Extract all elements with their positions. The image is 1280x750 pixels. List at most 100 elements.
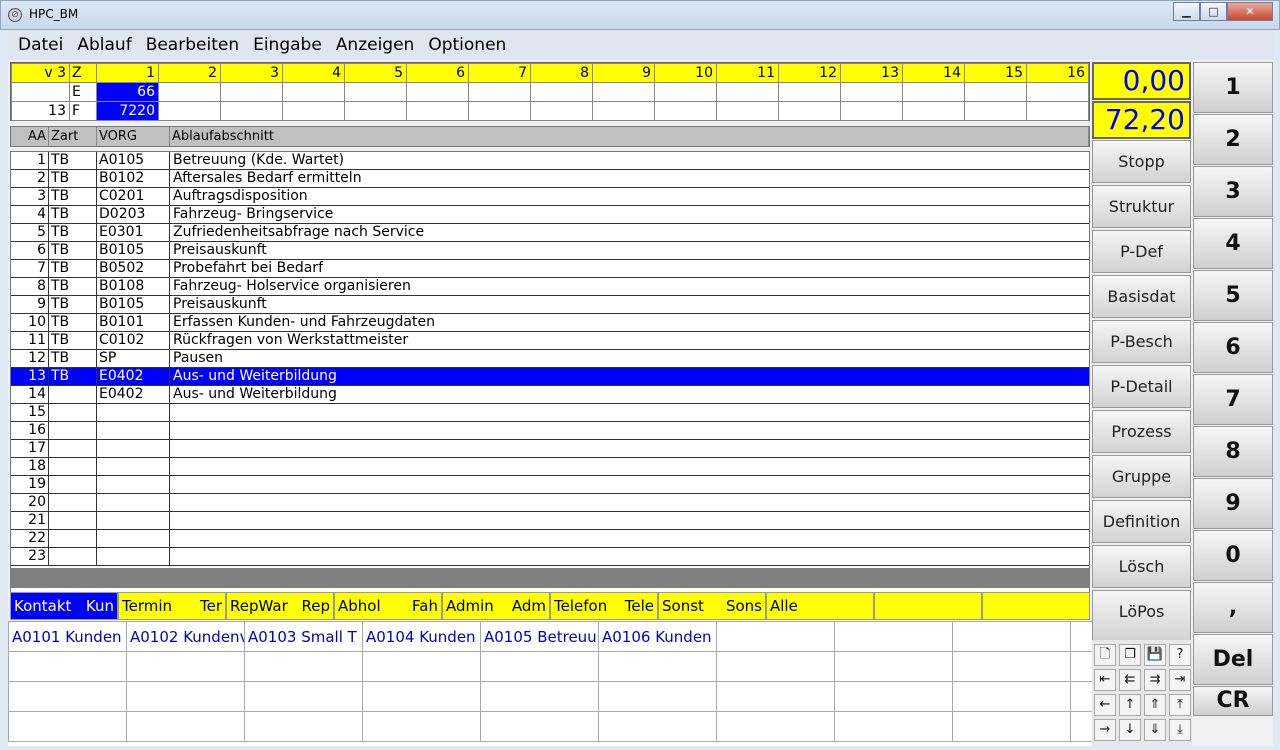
up-fast-icon[interactable]: ⇑ bbox=[1144, 694, 1166, 716]
grid-cell[interactable] bbox=[220, 101, 283, 121]
grid-cell[interactable] bbox=[840, 101, 903, 121]
grid-cell[interactable] bbox=[530, 82, 593, 102]
empty-item-cell[interactable] bbox=[126, 651, 245, 682]
grid-cell[interactable] bbox=[840, 82, 903, 102]
list-row[interactable]: 16 bbox=[11, 422, 1089, 440]
category-tab[interactable]: Sonst Sons bbox=[658, 592, 766, 620]
list-row[interactable]: 23 bbox=[11, 548, 1089, 566]
list-row[interactable]: 5 TB E0301 Zufriedenheitsabfrage nach Servi… bbox=[11, 224, 1089, 242]
column-header-ablaufabschnitt[interactable]: Ablaufabschnitt bbox=[170, 127, 1089, 146]
next-fast-icon[interactable]: ⇉ bbox=[1144, 669, 1166, 691]
key-9[interactable]: 9 bbox=[1193, 478, 1273, 529]
key-0[interactable]: 0 bbox=[1193, 530, 1273, 581]
grid-cell[interactable] bbox=[654, 101, 717, 121]
list-row[interactable]: 10 TB B0101 Erfassen Kunden- und Fahrzeugda… bbox=[11, 314, 1089, 332]
empty-item-cell[interactable] bbox=[952, 681, 1071, 712]
grid-cell[interactable] bbox=[468, 101, 531, 121]
list-row[interactable]: 1 TB A0105 Betreuung (Kde. Wartet) bbox=[11, 152, 1089, 170]
grid-cell[interactable] bbox=[964, 82, 1027, 102]
empty-item-cell[interactable] bbox=[8, 711, 127, 742]
key-7[interactable]: 7 bbox=[1193, 374, 1273, 425]
list-row[interactable]: 20 bbox=[11, 494, 1089, 512]
copy-icon[interactable]: ❐ bbox=[1119, 644, 1141, 666]
func-button-pdetail[interactable]: P-Detail bbox=[1092, 365, 1191, 408]
category-tab[interactable]: Telefon Tele bbox=[550, 592, 658, 620]
category-tab[interactable]: Admin Adm bbox=[442, 592, 550, 620]
grid-cell[interactable] bbox=[158, 82, 221, 102]
grid-cell[interactable] bbox=[344, 101, 407, 121]
key-cr[interactable]: CR bbox=[1193, 686, 1273, 716]
minimize-button[interactable]: ▁ bbox=[1173, 2, 1200, 21]
list-row[interactable]: 6 TB B0105 Preisauskunft bbox=[11, 242, 1089, 260]
grid-cell[interactable] bbox=[716, 82, 779, 102]
last-icon[interactable]: ⇥ bbox=[1169, 669, 1191, 691]
maximize-button[interactable]: □ bbox=[1200, 2, 1227, 21]
empty-item-cell[interactable] bbox=[834, 681, 953, 712]
list-row[interactable]: 14 E0402 Aus- und Weiterbildung bbox=[11, 386, 1089, 404]
func-button-lösch[interactable]: Lösch bbox=[1092, 545, 1191, 588]
list-row[interactable]: 7 TB B0502 Probefahrt bei Bedarf bbox=[11, 260, 1089, 278]
item-cell[interactable]: A0104 Kunden bbox=[362, 621, 481, 652]
list-row[interactable]: 17 bbox=[11, 440, 1089, 458]
grid-cell[interactable] bbox=[344, 82, 407, 102]
menu-eingabe[interactable]: Eingabe bbox=[246, 35, 329, 55]
func-button-pdef[interactable]: P-Def bbox=[1092, 230, 1191, 273]
item-cell[interactable]: A0101 Kunden bbox=[8, 621, 127, 652]
list-row[interactable]: 12 TB SP Pausen bbox=[11, 350, 1089, 368]
list-row[interactable]: 21 bbox=[11, 512, 1089, 530]
grid-cell[interactable] bbox=[282, 101, 345, 121]
first-icon[interactable]: ⇤ bbox=[1094, 669, 1116, 691]
key-8[interactable]: 8 bbox=[1193, 426, 1273, 477]
func-button-gruppe[interactable]: Gruppe bbox=[1092, 455, 1191, 498]
key-5[interactable]: 5 bbox=[1193, 270, 1273, 321]
empty-item-cell[interactable] bbox=[244, 711, 363, 742]
key-1[interactable]: 1 bbox=[1193, 62, 1273, 113]
grid-cell[interactable] bbox=[530, 101, 593, 121]
grid-cell[interactable] bbox=[964, 101, 1027, 121]
grid-cell[interactable] bbox=[1026, 101, 1089, 121]
grid-cell[interactable] bbox=[778, 82, 841, 102]
empty-item-cell[interactable] bbox=[952, 651, 1071, 682]
grid-cell[interactable] bbox=[406, 101, 469, 121]
grid-value-cell[interactable]: 66 bbox=[96, 82, 159, 102]
empty-item-cell[interactable] bbox=[834, 621, 953, 652]
empty-item-cell[interactable] bbox=[244, 651, 363, 682]
column-header-vorg[interactable]: VORG bbox=[97, 127, 170, 146]
empty-item-cell[interactable] bbox=[480, 711, 599, 742]
grid-cell[interactable] bbox=[716, 101, 779, 121]
list-row[interactable]: 8 TB B0108 Fahrzeug- Holservice organisiere… bbox=[11, 278, 1089, 296]
empty-item-cell[interactable] bbox=[362, 711, 481, 742]
column-header-zart[interactable]: Zart bbox=[49, 127, 97, 146]
item-cell[interactable]: A0102 Kundenv bbox=[126, 621, 245, 652]
empty-item-cell[interactable] bbox=[126, 711, 245, 742]
up-icon[interactable]: ↑ bbox=[1119, 694, 1141, 716]
func-button-basisdat[interactable]: Basisdat bbox=[1092, 275, 1191, 318]
grid-cell[interactable] bbox=[468, 82, 531, 102]
empty-item-cell[interactable] bbox=[716, 711, 835, 742]
empty-item-cell[interactable] bbox=[716, 681, 835, 712]
process-list[interactable]: 1 TB A0105 Betreuung (Kde. Wartet) 2 TB B0102 A… bbox=[10, 151, 1090, 601]
list-row[interactable]: 3 TB C0201 Auftragsdisposition bbox=[11, 188, 1089, 206]
list-row[interactable]: 22 bbox=[11, 530, 1089, 548]
grid-cell[interactable] bbox=[592, 82, 655, 102]
menu-optionen[interactable]: Optionen bbox=[421, 35, 513, 55]
empty-item-cell[interactable] bbox=[598, 651, 717, 682]
empty-item-cell[interactable] bbox=[834, 651, 953, 682]
list-row[interactable]: 18 bbox=[11, 458, 1089, 476]
category-tab[interactable]: RepWar Rep bbox=[226, 592, 334, 620]
down-icon[interactable]: ↓ bbox=[1119, 719, 1141, 741]
grid-cell[interactable] bbox=[654, 82, 717, 102]
empty-item-cell[interactable] bbox=[8, 681, 127, 712]
empty-item-cell[interactable] bbox=[8, 651, 127, 682]
new-document-icon[interactable]: 🗋 bbox=[1094, 644, 1116, 666]
key-comma[interactable]: , bbox=[1193, 582, 1273, 633]
item-cell[interactable]: A0106 Kunden bbox=[598, 621, 717, 652]
save-icon[interactable]: 💾 bbox=[1144, 644, 1166, 666]
grid-cell[interactable] bbox=[592, 101, 655, 121]
grid-cell[interactable] bbox=[220, 82, 283, 102]
empty-item-cell[interactable] bbox=[126, 681, 245, 712]
list-row[interactable]: 15 bbox=[11, 404, 1089, 422]
key-del[interactable]: Del bbox=[1193, 634, 1273, 685]
help-icon[interactable]: ? bbox=[1169, 644, 1191, 666]
category-tab[interactable] bbox=[874, 592, 982, 620]
